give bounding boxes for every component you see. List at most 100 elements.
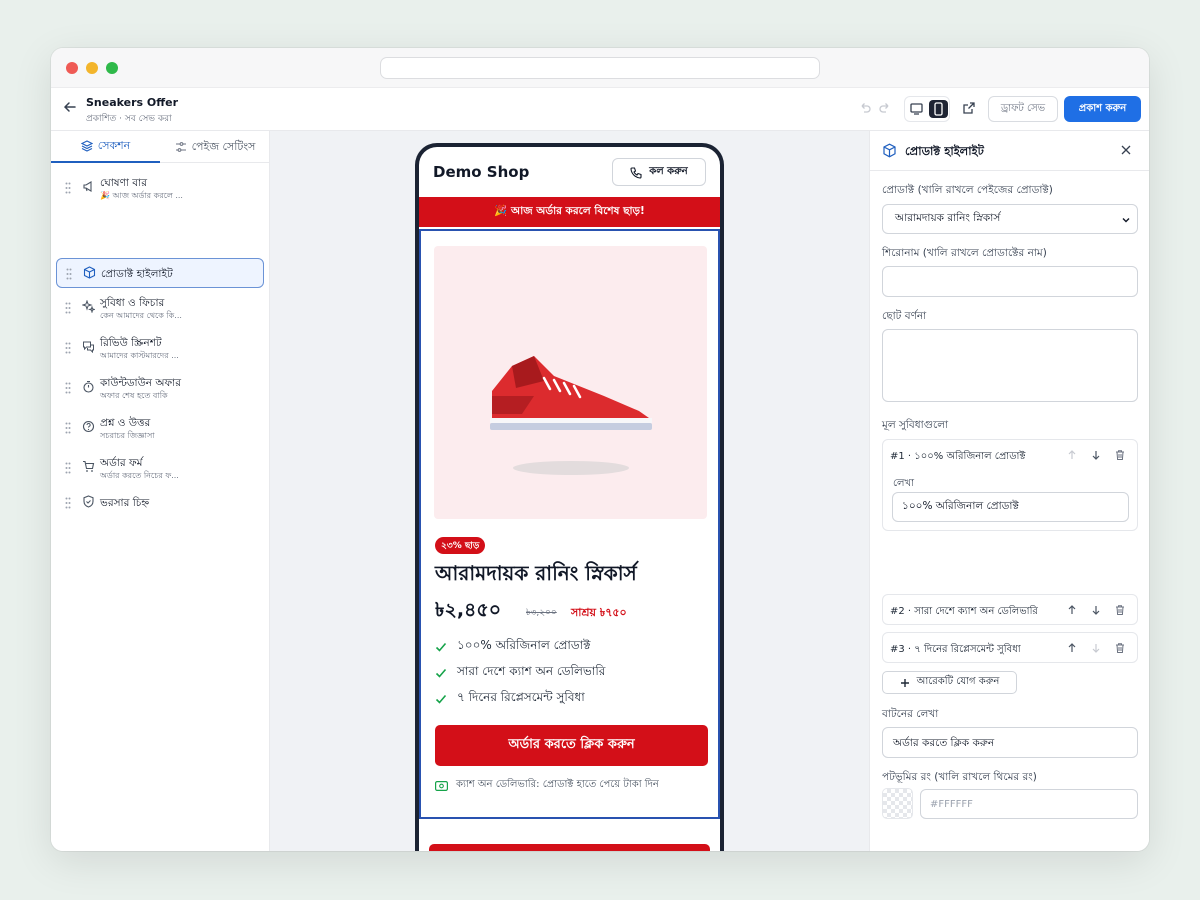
color-hex-input[interactable]: #FFFFFF: [920, 789, 1138, 819]
feature-text: সারা দেশে ক্যাশ অন ডেলিভারি: [457, 664, 606, 678]
heading-label: শিরোনাম (খালি রাখলে প্রোডাক্টের নাম): [882, 247, 1047, 259]
tab-page-settings-label: পেইজ সেটিংস: [191, 139, 256, 153]
order-button[interactable]: অর্ডার করতে ক্লিক করুন: [435, 725, 708, 766]
sparkle-icon: [82, 300, 95, 313]
product-price: ৳২,৪৫০: [435, 599, 502, 621]
product-highlight-block[interactable]: ২৩% ছাড় আরামদায়ক রানিং স্নিকার্স ৳২,৪৫…: [419, 229, 720, 819]
product-image: [434, 246, 707, 519]
drag-handle-icon[interactable]: [65, 342, 71, 354]
desktop-view-button[interactable]: [907, 100, 926, 118]
trash-icon[interactable]: [1114, 604, 1126, 616]
next-section-button[interactable]: [429, 844, 710, 851]
mobile-view-button[interactable]: [929, 100, 948, 118]
drag-handle-icon[interactable]: [65, 182, 71, 194]
description-label: ছোট বর্ণনা: [882, 310, 927, 322]
add-feature-button[interactable]: আরেকটি যোগ করুন: [882, 671, 1017, 694]
undo-icon[interactable]: [858, 101, 872, 115]
back-arrow-icon[interactable]: [63, 100, 77, 114]
browser-titlebar: [51, 48, 1149, 88]
feature-text-input[interactable]: ১০০% অরিজিনাল প্রোডাক্ট: [892, 492, 1129, 522]
editor-header: Sneakers Offer প্রকাশিত · সব সেভ করা ড্র…: [51, 88, 1149, 131]
address-bar[interactable]: [380, 57, 820, 79]
sections-sidebar: সেকশন পেইজ সেটিংস ঘোষণা বার 🎉 আজ অর্ডার …: [51, 131, 270, 851]
description-textarea[interactable]: [882, 329, 1138, 402]
section-item-features[interactable]: সুবিধা ও ফিচার কেন আমাদের থেকে কি...: [56, 293, 264, 323]
check-icon: [435, 694, 447, 704]
check-icon: [435, 642, 447, 652]
panel-header: প্রোডাক্ট হাইলাইট: [870, 131, 1149, 171]
preview-canvas: Demo Shop কল করুন 🎉 আজ অর্ডার করলে বিশেষ…: [270, 131, 869, 851]
feature-item: সারা দেশে ক্যাশ অন ডেলিভারি: [435, 664, 605, 682]
feature-text: ৭ দিনের রিপ্লেসমেন্ট সুবিধা: [457, 690, 585, 704]
feature-card-title: #1 · ১০০% অরিজিনাল প্রোডাক্ট: [890, 451, 1026, 462]
announcement-bar: 🎉 আজ অর্ডার করলে বিশেষ ছাড়!: [419, 197, 720, 227]
tab-sections[interactable]: সেকশন: [51, 131, 160, 163]
close-icon[interactable]: [1120, 144, 1132, 156]
trash-icon[interactable]: [1114, 642, 1126, 654]
savings-text: সাশ্রয় ৳৭৫০: [571, 606, 627, 619]
phone-icon: [630, 166, 642, 179]
close-window-button[interactable]: [66, 62, 78, 74]
cart-icon: [83, 460, 95, 472]
section-item-announcement[interactable]: ঘোষণা বার 🎉 আজ অর্ডার করলে ...: [56, 173, 264, 203]
browser-window: Sneakers Offer প্রকাশিত · সব সেভ করা ড্র…: [51, 48, 1149, 851]
page-status: প্রকাশিত · সব সেভ করা: [86, 114, 172, 124]
feature-card-title: #3 · ৭ দিনের রিপ্লেসমেন্ট সুবিধা: [890, 644, 1021, 655]
feature-text-label: লেখা: [893, 478, 914, 489]
features-label: মূল সুবিধাগুলো: [882, 419, 949, 431]
minimize-window-button[interactable]: [86, 62, 98, 74]
product-select[interactable]: আরামদায়ক রানিং স্নিকার্স: [882, 204, 1138, 234]
section-item-trust-badges[interactable]: ভরসার চিহ্ন: [56, 488, 264, 518]
redo-icon[interactable]: [878, 101, 892, 115]
old-price: ৳৩,২০০: [526, 608, 557, 618]
feature-card[interactable]: #3 · ৭ দিনের রিপ্লেসমেন্ট সুবিধা: [882, 632, 1138, 663]
call-button[interactable]: কল করুন: [612, 158, 706, 186]
properties-panel: প্রোডাক্ট হাইলাইট প্রোডাক্ট (খালি রাখলে …: [869, 131, 1149, 851]
drag-handle-icon[interactable]: [65, 422, 71, 434]
section-title: প্রোডাক্ট হাইলাইট: [101, 268, 173, 280]
section-item-faq[interactable]: প্রশ্ন ও উত্তর সচরাচর জিজ্ঞাসা: [56, 413, 264, 443]
call-button-label: কল করুন: [649, 165, 688, 177]
feature-card-title: #2 · সারা দেশে ক্যাশ অন ডেলিভারি: [890, 606, 1038, 617]
section-title: ভরসার চিহ্ন: [100, 497, 150, 509]
color-swatch[interactable]: [882, 788, 913, 819]
cod-note: ক্যাশ অন ডেলিভারি: প্রোডাক্ট হাতে পেয়ে …: [435, 777, 659, 794]
section-item-order-form[interactable]: অর্ডার ফর্ম অর্ডার করতে নিচের ফ...: [56, 453, 264, 483]
arrow-up-icon[interactable]: [1066, 642, 1078, 654]
plus-icon: [900, 678, 909, 687]
page-title: Sneakers Offer: [86, 96, 179, 109]
maximize-window-button[interactable]: [106, 62, 118, 74]
section-subtitle: আমাদের কাস্টমারদের ...: [100, 351, 179, 360]
megaphone-icon: [83, 181, 92, 192]
arrow-down-icon[interactable]: [1090, 642, 1102, 654]
feature-card: #1 · ১০০% অরিজিনাল প্রোডাক্ট লেখা ১০০% অ…: [882, 439, 1138, 531]
drag-handle-icon[interactable]: [65, 382, 71, 394]
section-subtitle: 🎉 আজ অর্ডার করলে ...: [100, 191, 183, 200]
button-text-input[interactable]: অর্ডার করতে ক্লিক করুন: [882, 727, 1138, 758]
mobile-icon: [934, 102, 943, 116]
timer-icon: [83, 380, 94, 393]
section-subtitle: কেন আমাদের থেকে কি...: [100, 311, 182, 320]
add-feature-label: আরেকটি যোগ করুন: [916, 676, 1000, 687]
section-item-product-highlight[interactable]: প্রোডাক্ট হাইলাইট: [56, 258, 264, 288]
publish-button[interactable]: প্রকাশ করুন: [1064, 96, 1141, 122]
tab-page-settings[interactable]: পেইজ সেটিংস: [160, 131, 270, 163]
save-draft-button[interactable]: ড্রাফট সেভ: [988, 96, 1058, 122]
section-item-reviews[interactable]: রিভিউ স্ক্রিনশট আমাদের কাস্টমারদের ...: [56, 333, 264, 363]
arrow-down-icon[interactable]: [1090, 604, 1102, 616]
external-link-icon[interactable]: [962, 101, 976, 115]
feature-card[interactable]: #2 · সারা দেশে ক্যাশ অন ডেলিভারি: [882, 594, 1138, 625]
arrow-up-icon[interactable]: [1066, 604, 1078, 616]
heading-input[interactable]: [882, 266, 1138, 297]
feature-text: ১০০% অরিজিনাল প্রোডাক্ট: [457, 638, 591, 652]
product-select-label: প্রোডাক্ট (খালি রাখলে পেইজের প্রোডাক্ট): [882, 184, 1053, 196]
drag-handle-icon[interactable]: [65, 302, 71, 314]
drag-handle-icon[interactable]: [65, 497, 71, 509]
arrow-down-icon[interactable]: [1090, 449, 1102, 461]
drag-handle-icon[interactable]: [65, 462, 71, 474]
chat-icon: [83, 341, 94, 353]
arrow-up-icon[interactable]: [1066, 449, 1078, 461]
drag-handle-icon[interactable]: [66, 268, 72, 280]
section-item-countdown[interactable]: কাউন্টডাউন অফার অফার শেষ হতে বাকি: [56, 373, 264, 403]
trash-icon[interactable]: [1114, 449, 1126, 461]
